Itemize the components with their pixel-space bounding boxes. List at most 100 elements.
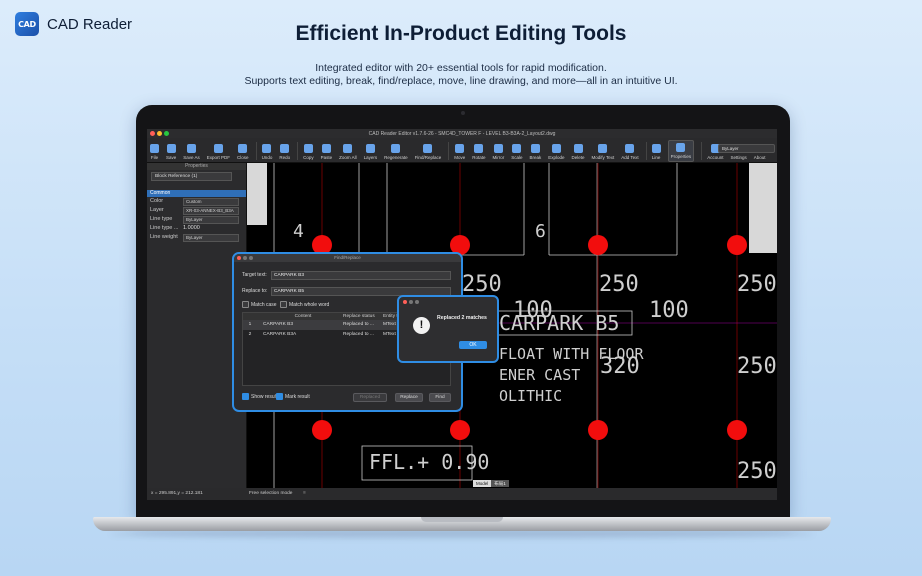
prop-row-color: Color Custom bbox=[147, 197, 246, 206]
cad-text: ENER CAST bbox=[499, 366, 581, 384]
toolbar-file-button[interactable]: File bbox=[150, 144, 159, 162]
toolbar-close-button[interactable]: Close bbox=[237, 144, 249, 162]
toolbar-add-text-button[interactable]: Add Text bbox=[621, 144, 639, 162]
column-marker bbox=[450, 420, 470, 440]
ok-button[interactable]: OK bbox=[459, 341, 487, 349]
toolbar-undo-button[interactable]: Undo bbox=[262, 144, 272, 162]
match-case-checkbox[interactable] bbox=[242, 301, 249, 308]
properties-title: Properties bbox=[147, 163, 246, 170]
match-whole-label: Match whole word bbox=[289, 301, 330, 308]
toolbar-modify-text-button[interactable]: Modify Text bbox=[592, 144, 614, 162]
alert-close-button[interactable] bbox=[403, 300, 407, 304]
linetype-scale-value[interactable]: 1.0000 bbox=[183, 224, 200, 233]
alert-controls bbox=[403, 300, 419, 304]
toolbar-label: Save bbox=[166, 155, 177, 160]
laptop-shadow bbox=[110, 530, 814, 538]
toolbar-rotate-button[interactable]: Rotate bbox=[472, 144, 485, 162]
match-whole-option[interactable]: Match whole word bbox=[280, 301, 329, 308]
toolbar-label: Delete bbox=[571, 155, 585, 160]
prop-row-linetype-scale: Line type ... 1.0000 bbox=[147, 224, 246, 233]
color-select[interactable]: Custom bbox=[183, 198, 239, 206]
window-title: CAD Reader Editor v1.7.6-26 - SMC4D_TOWE… bbox=[368, 130, 556, 137]
toolbar-label: Scale bbox=[511, 155, 523, 160]
tab-model[interactable]: Model bbox=[473, 480, 492, 487]
add-text-icon bbox=[625, 144, 635, 153]
cad-text-carpark: CARPARK B5 bbox=[499, 311, 620, 335]
toolbar-move-button[interactable]: Move bbox=[454, 144, 465, 162]
toolbar-properties-button[interactable]: Properties bbox=[667, 140, 695, 162]
exclamation-icon: ! bbox=[413, 317, 430, 334]
target-text-input[interactable]: CARPARK B3 bbox=[271, 271, 451, 280]
col-header bbox=[243, 313, 257, 320]
tab-layout1[interactable]: 布局1 bbox=[491, 480, 509, 487]
match-whole-checkbox[interactable] bbox=[280, 301, 287, 308]
laptop-base bbox=[93, 517, 831, 531]
prop-row-lineweight: Line weight ByLayer bbox=[147, 233, 246, 242]
target-label: Target text: bbox=[242, 272, 267, 278]
toolbar-export-pdf-button[interactable]: Export PDF bbox=[207, 144, 230, 162]
toolbar-label: Redo bbox=[279, 155, 291, 160]
delete-icon bbox=[573, 144, 583, 153]
toolbar-copy-button[interactable]: Copy bbox=[303, 144, 314, 162]
prop-key: Line weight bbox=[150, 234, 178, 240]
toolbar-delete-button[interactable]: Delete bbox=[572, 144, 585, 162]
entity-selector[interactable]: Block Reference (1) bbox=[151, 172, 232, 181]
show-result-checkbox[interactable] bbox=[242, 393, 249, 400]
mode-menu-icon[interactable]: ≡ bbox=[303, 488, 306, 500]
layer-select[interactable]: XR-03-ANNEX-B3_B3A bbox=[183, 207, 239, 215]
toolbar-zoom-all-button[interactable]: Zoom All bbox=[339, 144, 357, 162]
toolbar-find-replace-button[interactable]: Find/Replace bbox=[414, 144, 442, 162]
prop-key: Color bbox=[150, 198, 164, 204]
toolbar: File Save Save As Export PDF Close Undo Redo Co… bbox=[147, 138, 777, 163]
save-as-icon bbox=[187, 144, 197, 153]
column-marker bbox=[588, 235, 608, 255]
toolbar-label: Find/Replace bbox=[414, 155, 442, 160]
lineweight-select[interactable]: ByLayer bbox=[183, 234, 239, 242]
toolbar-redo-button[interactable]: Redo bbox=[279, 144, 290, 162]
toolbar-regenerate-button[interactable]: Regenerate bbox=[384, 144, 408, 162]
toolbar-label: Copy bbox=[303, 155, 314, 160]
toolbar-layers-button[interactable]: Layers bbox=[364, 144, 377, 162]
cad-dim: 250 bbox=[737, 459, 777, 484]
hero-subtitle-1: Integrated editor with 20+ essential too… bbox=[315, 62, 607, 74]
explode-icon bbox=[551, 144, 561, 153]
cad-text: OLITHIC bbox=[499, 387, 563, 405]
replaced-button[interactable]: Replaced bbox=[353, 393, 387, 402]
toolbar-separator bbox=[255, 142, 257, 160]
selection-mode: Free selection mode bbox=[249, 491, 293, 496]
alert-minimize-button[interactable] bbox=[409, 300, 413, 304]
column-marker bbox=[727, 420, 747, 440]
replace-button[interactable]: Replace bbox=[395, 393, 423, 402]
toolbar-label: Break bbox=[529, 155, 542, 160]
toolbar-break-button[interactable]: Break bbox=[529, 144, 542, 162]
toolbar-line-button[interactable]: Line bbox=[651, 144, 661, 162]
properties-group-common[interactable]: Common bbox=[147, 190, 246, 197]
find-button[interactable]: Find bbox=[429, 393, 451, 402]
toolbar-save-as-button[interactable]: Save As bbox=[183, 144, 200, 162]
toolbar-explode-button[interactable]: Explode bbox=[548, 144, 565, 162]
linetype-select[interactable]: ByLayer bbox=[183, 216, 239, 224]
cad-dim: 250 bbox=[599, 272, 639, 297]
toolbar-label: About bbox=[753, 155, 766, 160]
mark-result-checkbox[interactable] bbox=[276, 393, 283, 400]
toolbar-label: Explode bbox=[548, 155, 565, 160]
toolbar-paste-button[interactable]: Paste bbox=[321, 144, 332, 162]
status-bar: x = 295.891,y = 212.181 Free selection m… bbox=[147, 488, 777, 500]
rotate-icon bbox=[474, 144, 484, 153]
cad-number: 6 bbox=[535, 221, 546, 242]
toolbar-save-button[interactable]: Save bbox=[166, 144, 176, 162]
mark-result-option[interactable]: Mark result bbox=[276, 393, 310, 400]
show-result-option[interactable]: Show result bbox=[242, 393, 277, 400]
cad-number: 4 bbox=[293, 221, 304, 242]
cad-dim: 100 bbox=[649, 298, 689, 323]
alert-zoom-button[interactable] bbox=[415, 300, 419, 304]
match-case-option[interactable]: Match case bbox=[242, 301, 277, 308]
toolbar-scale-button[interactable]: Scale bbox=[511, 144, 523, 162]
zoom-all-icon bbox=[343, 144, 353, 153]
toolbar-label: Regenerate bbox=[384, 155, 408, 160]
layer-dropdown[interactable]: ByLayer bbox=[718, 144, 775, 153]
toolbar-label: Properties bbox=[670, 154, 692, 159]
toolbar-mirror-button[interactable]: Mirror bbox=[492, 144, 504, 162]
column-marker bbox=[727, 235, 747, 255]
cad-dim: 250 bbox=[462, 272, 502, 297]
